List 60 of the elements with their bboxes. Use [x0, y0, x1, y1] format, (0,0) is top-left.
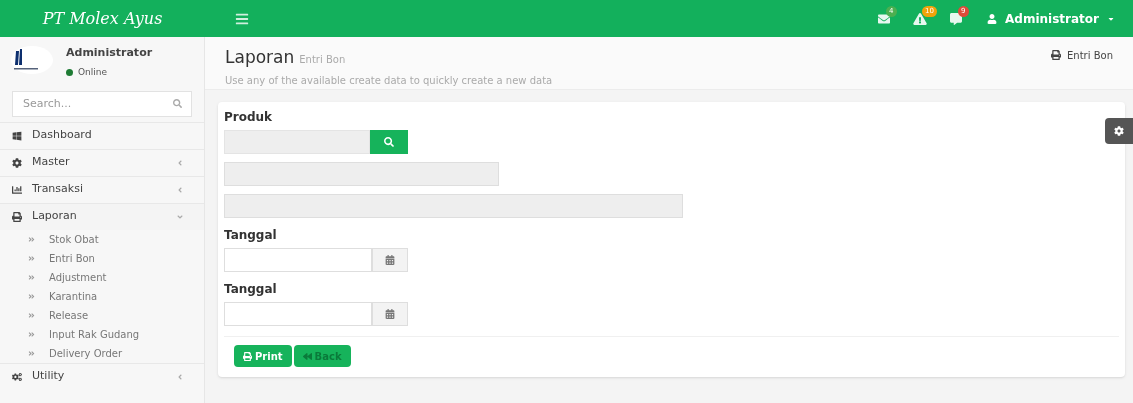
rewind-icon — [302, 351, 312, 361]
chevron-icon — [176, 212, 184, 221]
printer-icon — [243, 351, 252, 361]
calendar-icon — [385, 255, 395, 265]
search-field[interactable]: Search... — [12, 90, 192, 117]
field-label: Tanggal — [224, 227, 278, 244]
settings-button[interactable] — [1105, 118, 1133, 144]
double-chevron-icon — [28, 254, 35, 262]
search-icon — [173, 99, 182, 108]
submenu-item[interactable]: Delivery Order — [0, 343, 204, 363]
page-title: Laporan — [225, 46, 295, 69]
calendar-button[interactable] — [372, 248, 408, 272]
windows-icon — [12, 130, 22, 141]
user-icon — [987, 13, 998, 24]
double-chevron-icon — [28, 292, 35, 300]
double-chevron-icon — [28, 235, 35, 243]
menu-icon[interactable] — [235, 11, 249, 26]
submenu-item[interactable]: Release — [0, 305, 204, 325]
logo-icon — [10, 45, 54, 75]
bar-chart-icon — [12, 184, 22, 195]
menu-item[interactable]: Transaksi — [0, 176, 204, 203]
printer-icon — [1051, 50, 1062, 60]
field-label: Produk — [224, 109, 274, 126]
double-chevron-icon — [28, 330, 35, 338]
chevron-icon — [176, 158, 184, 167]
message-icon[interactable] — [949, 12, 964, 25]
chevron-icon — [176, 372, 184, 381]
double-chevron-icon — [28, 349, 35, 357]
user-name: Administrator — [66, 45, 153, 61]
double-chevron-icon — [28, 273, 35, 281]
calendar-icon — [385, 309, 395, 319]
search-icon — [384, 137, 394, 147]
print-button[interactable]: Print — [234, 345, 292, 367]
date-field[interactable] — [224, 248, 372, 272]
gears-icon — [12, 371, 22, 382]
search-button[interactable] — [370, 130, 408, 154]
warning-icon[interactable] — [913, 12, 928, 25]
user-menu[interactable]: Administrator — [987, 9, 1115, 28]
menu-item[interactable]: Dashboard — [0, 122, 204, 149]
page-description: Use any of the available create data to quickly create a new data — [225, 73, 553, 88]
submenu-item[interactable]: Stok Obat — [0, 229, 204, 249]
submenu-item[interactable]: Adjustment — [0, 267, 204, 287]
date-field[interactable] — [224, 302, 372, 326]
settings-icon — [1114, 126, 1124, 136]
gear-icon — [12, 157, 22, 168]
status-text: Online — [78, 65, 108, 79]
breadcrumb-item[interactable]: Entri Bon — [1067, 47, 1113, 63]
field-label: Tanggal — [224, 281, 278, 298]
menu-item[interactable]: Master — [0, 149, 204, 176]
calendar-button[interactable] — [372, 302, 408, 326]
submenu-item[interactable]: Input Rak Gudang — [0, 324, 204, 344]
envelope-icon[interactable] — [877, 12, 892, 25]
submenu-item[interactable]: Entri Bon — [0, 248, 204, 268]
submenu-item[interactable]: Karantina — [0, 286, 204, 306]
menu-item[interactable]: Utility — [0, 363, 204, 390]
printer-icon — [12, 211, 22, 222]
page-subtitle: Entri Bon — [299, 53, 346, 67]
chevron-icon — [176, 185, 184, 194]
double-chevron-icon — [28, 311, 35, 319]
brand-logo-text: PT Molex Ayus — [42, 7, 163, 30]
